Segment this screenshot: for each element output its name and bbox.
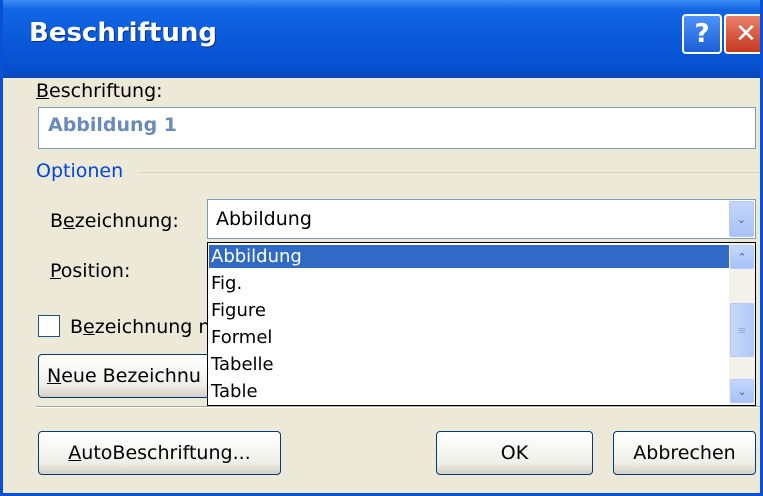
chevron-down-icon[interactable]: ⌄ (729, 201, 754, 237)
options-group-label: Optionen (36, 160, 124, 182)
title-bar[interactable]: Beschriftung ? ✕ (3, 0, 760, 78)
grip-icon: ≡ (737, 323, 747, 337)
scroll-down-button[interactable]: ⌄ (730, 379, 754, 403)
footer-divider (36, 406, 760, 408)
cancel-button[interactable]: Abbrechen (613, 431, 756, 475)
caption-label: Beschriftung: (36, 80, 163, 102)
window-title: Beschriftung (29, 18, 217, 48)
autocaption-button[interactable]: AutoBeschriftung... (38, 431, 281, 475)
ok-button[interactable]: OK (436, 431, 593, 475)
list-item[interactable]: Tabelle (209, 353, 729, 376)
list-item[interactable]: Formel (209, 326, 729, 349)
chevron-up-icon: ⌃ (737, 250, 747, 264)
scroll-up-button[interactable]: ⌃ (730, 245, 754, 269)
exclude-label-checkbox[interactable] (38, 315, 60, 337)
scrollbar-thumb[interactable]: ≡ (730, 303, 754, 357)
help-icon: ? (694, 19, 710, 49)
list-item[interactable]: Abbildung (209, 245, 729, 268)
label-type-label: Bezeichnung: (50, 210, 179, 232)
close-icon: ✕ (735, 19, 757, 49)
help-button[interactable]: ? (682, 14, 722, 54)
options-group-divider (140, 172, 760, 173)
label-type-dropdown-list[interactable]: Abbildung Fig. Figure Formel Tabelle Tab… (207, 242, 756, 406)
caption-input[interactable]: Abbildung 1 (38, 107, 756, 149)
list-item[interactable]: Figure (209, 299, 729, 322)
chevron-down-icon: ⌄ (737, 384, 747, 398)
list-item[interactable]: Table (209, 380, 729, 403)
list-item[interactable]: Fig. (209, 272, 729, 295)
caption-dialog: Beschriftung ? ✕ Beschriftung: Abbildung… (0, 0, 763, 496)
label-type-combobox[interactable]: Abbildung ⌄ (207, 199, 756, 239)
exclude-label-checkbox-label: Bezeichnung n (70, 316, 211, 338)
position-label: Position: (50, 260, 131, 282)
label-type-value: Abbildung (216, 208, 312, 230)
close-button[interactable]: ✕ (724, 14, 760, 54)
dropdown-scrollbar[interactable]: ⌃ ≡ ⌄ (729, 243, 755, 405)
